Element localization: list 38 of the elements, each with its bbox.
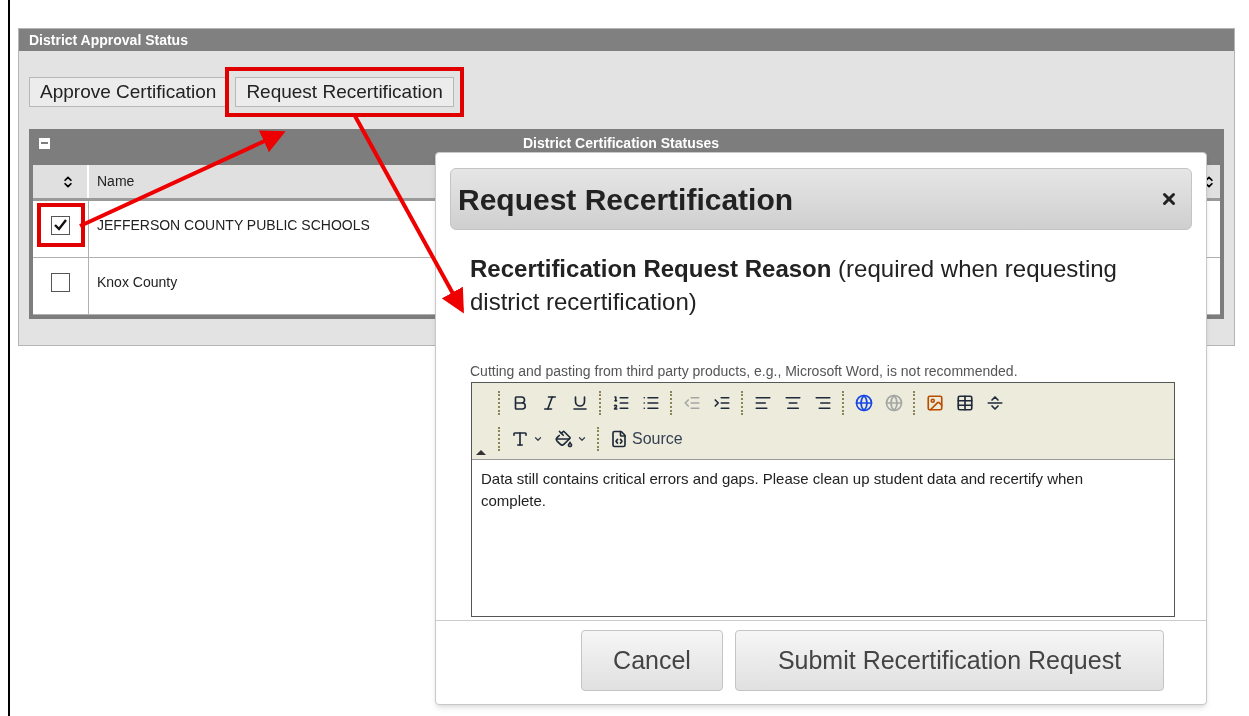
italic-icon: [541, 394, 559, 412]
text-color-icon: [511, 430, 529, 448]
underline-icon: [571, 394, 589, 412]
align-right-icon: [814, 394, 832, 412]
dialog-title: Request Recertification: [458, 181, 794, 218]
align-left-icon: [754, 394, 772, 412]
globe-icon: [885, 394, 903, 412]
check-icon: [54, 219, 67, 231]
source-button[interactable]: Source: [606, 425, 687, 453]
row-checkbox[interactable]: [51, 272, 70, 292]
table-title: District Certification Statuses: [523, 133, 720, 153]
caret-icon: [533, 434, 543, 444]
row-checkbox[interactable]: [51, 215, 70, 235]
panel-title: District Approval Status: [19, 29, 1234, 51]
horizontal-rule-icon: [986, 394, 1004, 412]
collapse-icon[interactable]: [39, 137, 50, 149]
cancel-button[interactable]: Cancel: [581, 630, 723, 691]
paste-warning: Cutting and pasting from third party products, e.g., Microsoft Word, is not recommended.: [470, 362, 1019, 381]
source-icon: [610, 430, 628, 448]
caret-icon: [577, 434, 587, 444]
sort-icon[interactable]: [61, 174, 75, 189]
bullet-list-icon: [642, 394, 660, 412]
table-icon: [956, 394, 974, 412]
numbered-list-icon: [612, 394, 630, 412]
reason-input[interactable]: Data still contains critical errors and gaps. Please clean up student data and recertify when complete.: [472, 460, 1174, 616]
table-cell: Knox County: [97, 274, 178, 290]
paint-bucket-icon: [555, 430, 573, 448]
action-button[interactable]: Approve Certification: [29, 77, 228, 107]
align-center-icon: [784, 394, 802, 412]
submit-button[interactable]: Submit Recertification Request: [735, 630, 1164, 691]
table-cell: JEFFERSON COUNTY PUBLIC SCHOOLS: [97, 217, 370, 233]
outdent-icon: [683, 394, 701, 412]
image-icon: [926, 394, 944, 412]
close-icon[interactable]: [1160, 190, 1178, 208]
globe-icon: [855, 394, 873, 412]
collapse-toolbar-icon[interactable]: [476, 450, 486, 455]
reason-heading: Recertification Request Reason (required when requesting district recertification): [470, 254, 1118, 317]
indent-icon: [713, 394, 731, 412]
